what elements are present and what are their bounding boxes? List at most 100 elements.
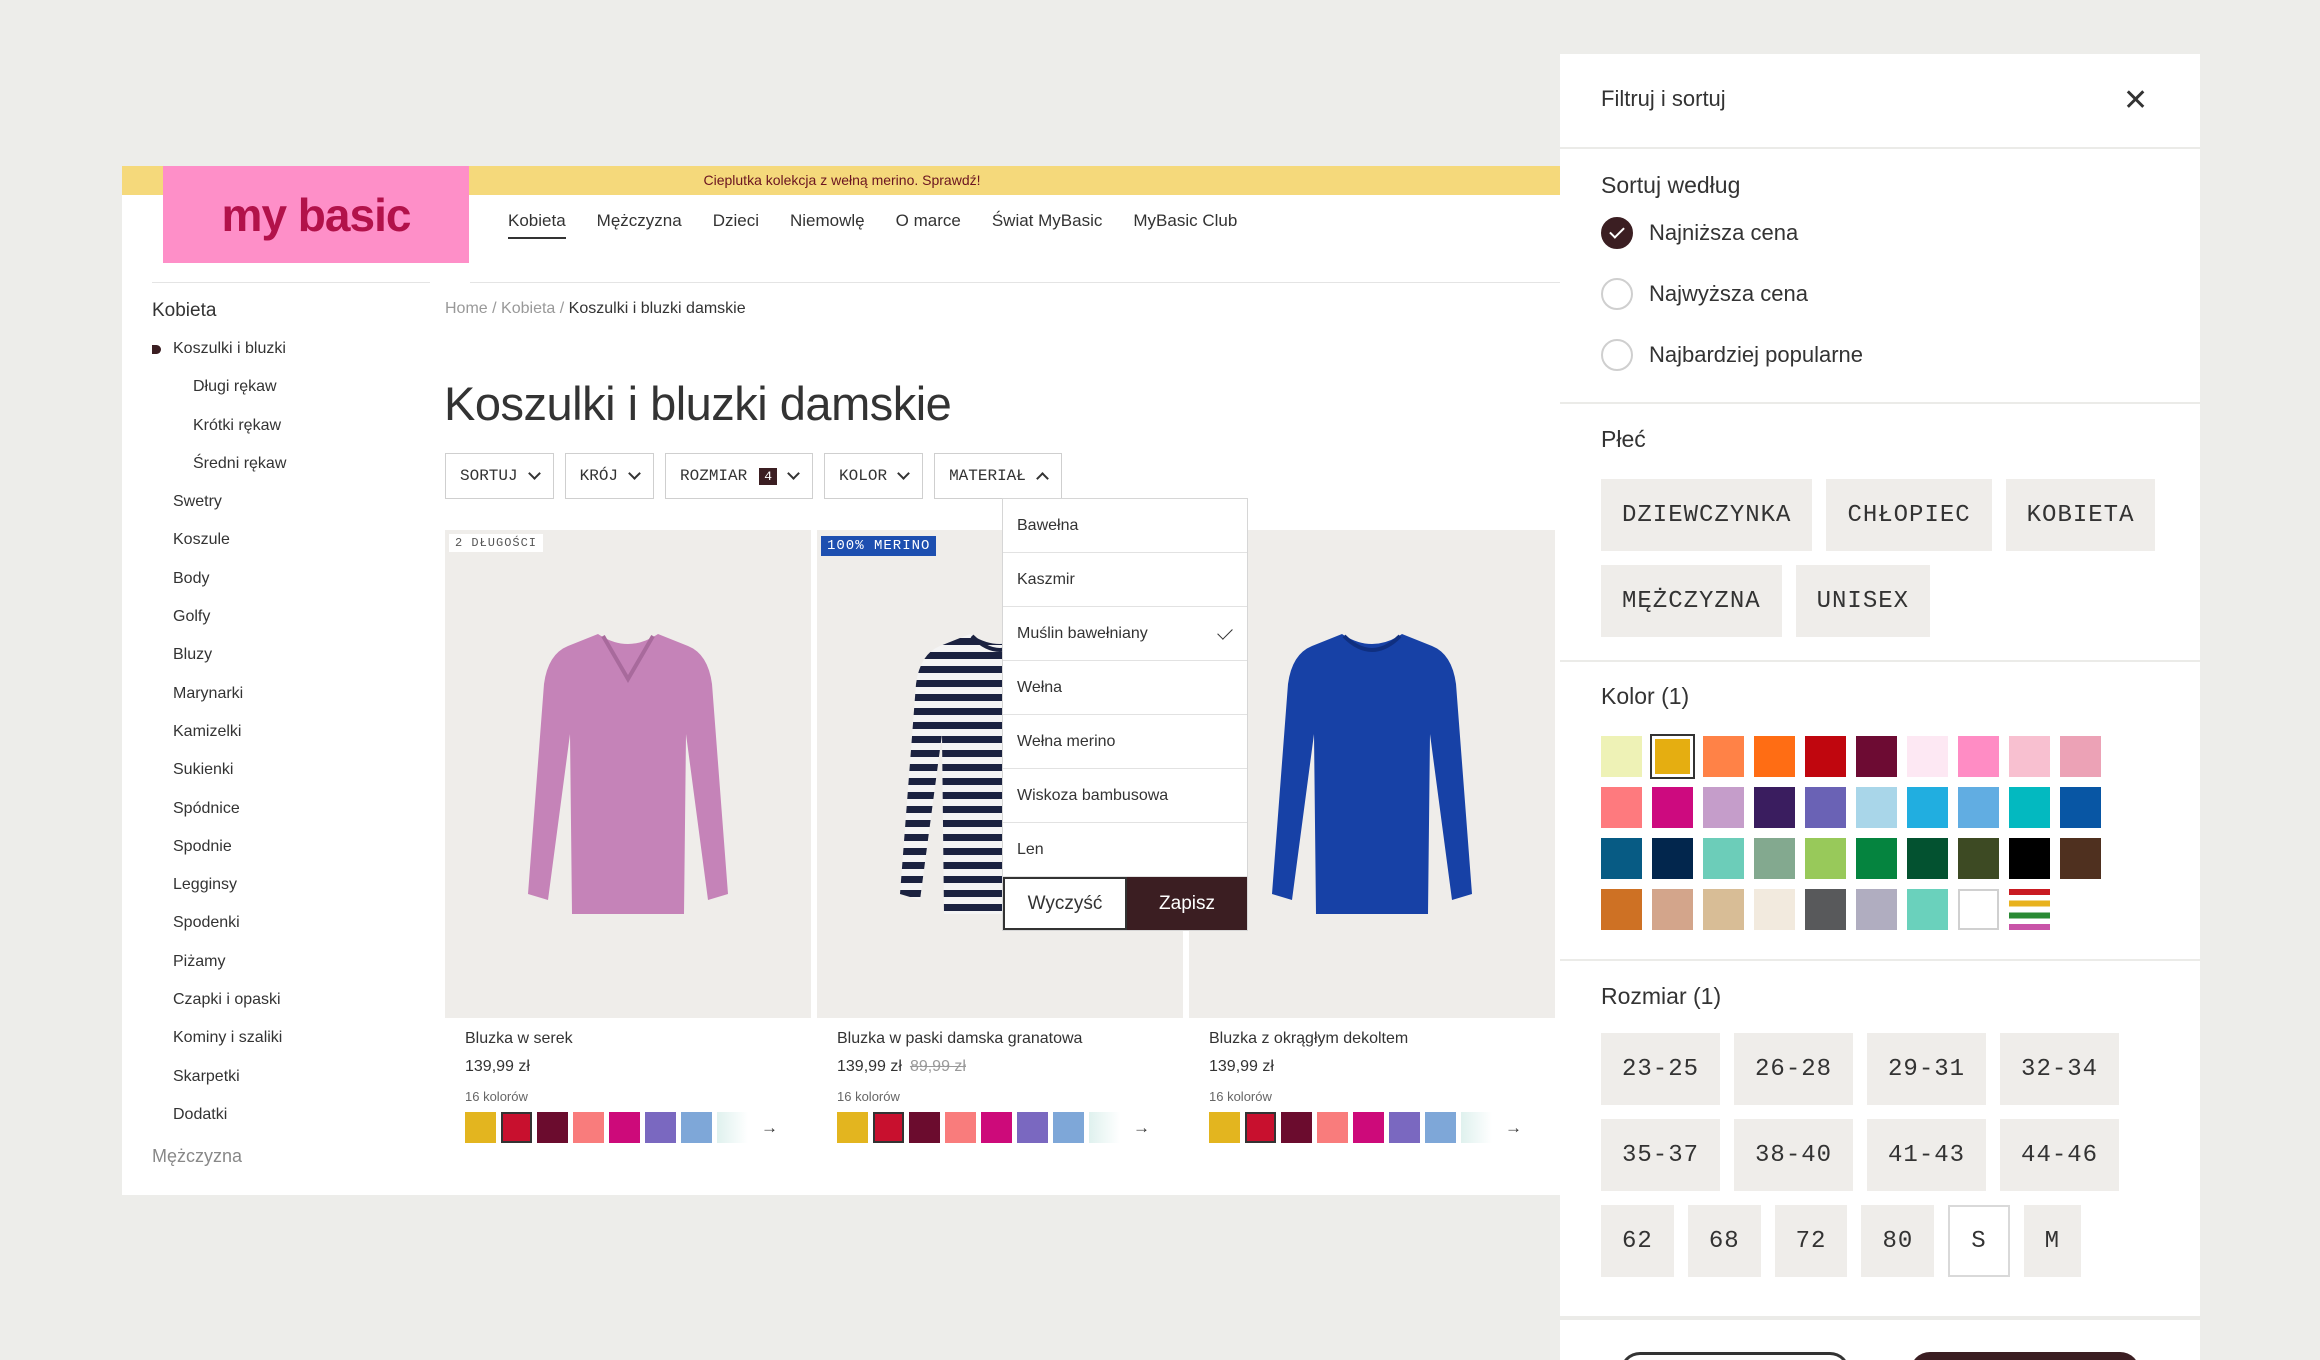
color-swatch[interactable] xyxy=(981,1112,1012,1143)
gender-chip-unisex[interactable]: UNISEX xyxy=(1795,565,1931,637)
color-swatch[interactable] xyxy=(1245,1112,1276,1143)
size-chip-32-34[interactable]: 32-34 xyxy=(2000,1033,2120,1105)
color-swatch[interactable] xyxy=(1907,787,1948,828)
product-name[interactable]: Bluzka z okrągłym dekoltem xyxy=(1209,1030,1555,1048)
material-option-muslin-bawelniany[interactable]: Muślin bawełniany xyxy=(1003,607,1247,661)
sidebar-heading[interactable]: Kobieta xyxy=(152,300,412,322)
sidebar-item-krotki-rekaw[interactable]: Krótki rękaw xyxy=(152,417,412,455)
material-option-bawelna[interactable]: Bawełna xyxy=(1003,499,1247,553)
sidebar-item-spodnice[interactable]: Spódnice xyxy=(152,800,412,838)
color-swatch[interactable] xyxy=(1856,838,1897,879)
sidebar-item-koszulki-i-bluzki[interactable]: Koszulki i bluzki xyxy=(152,340,412,378)
color-swatch[interactable] xyxy=(609,1112,640,1143)
sidebar-item-kominy-i-szaliki[interactable]: Kominy i szaliki xyxy=(152,1029,412,1067)
color-swatch[interactable] xyxy=(1703,889,1744,930)
sidebar-item-dlugi-rekaw[interactable]: Długi rękaw xyxy=(152,378,412,416)
color-swatch[interactable] xyxy=(873,1112,904,1143)
color-swatch[interactable] xyxy=(1907,838,1948,879)
sidebar-item-pizamy[interactable]: Piżamy xyxy=(152,953,412,991)
color-swatch[interactable] xyxy=(1958,736,1999,777)
color-swatch[interactable] xyxy=(573,1112,604,1143)
color-swatch[interactable] xyxy=(1703,736,1744,777)
gender-chip-chlopiec[interactable]: CHŁOPIEC xyxy=(1826,479,1992,551)
size-chip-35-37[interactable]: 35-37 xyxy=(1601,1119,1721,1191)
color-swatch[interactable] xyxy=(1754,787,1795,828)
color-swatch[interactable] xyxy=(1703,787,1744,828)
color-swatch[interactable] xyxy=(1805,787,1846,828)
color-swatch[interactable] xyxy=(1601,838,1642,879)
color-swatch[interactable] xyxy=(1907,889,1948,930)
sidebar-item-swetry[interactable]: Swetry xyxy=(152,493,412,531)
sidebar-item-spodnie[interactable]: Spodnie xyxy=(152,838,412,876)
color-swatch[interactable] xyxy=(1754,889,1795,930)
color-swatch[interactable] xyxy=(1353,1112,1384,1143)
sidebar-item-legginsy[interactable]: Legginsy xyxy=(152,876,412,914)
sort-option-najwyzsza-cena[interactable]: Najwyższa cena xyxy=(1601,278,1808,310)
size-chip-38-40[interactable]: 38-40 xyxy=(1734,1119,1854,1191)
color-swatch[interactable] xyxy=(1652,889,1693,930)
sidebar-item-golfy[interactable]: Golfy xyxy=(152,608,412,646)
color-swatch[interactable] xyxy=(2009,889,2050,930)
sidebar-item-spodenki[interactable]: Spodenki xyxy=(152,914,412,952)
color-swatch[interactable] xyxy=(1053,1112,1084,1143)
color-swatch[interactable] xyxy=(465,1112,496,1143)
color-swatch[interactable] xyxy=(1805,838,1846,879)
gender-chip-mezczyzna[interactable]: MĘŻCZYZNA xyxy=(1601,565,1782,637)
nav-mezczyzna[interactable]: Mężczyzna xyxy=(597,211,682,239)
size-chip-72[interactable]: 72 xyxy=(1774,1205,1848,1277)
color-swatch[interactable] xyxy=(1856,889,1897,930)
sidebar-item-mezczyzna[interactable]: Mężczyzna xyxy=(152,1144,412,1167)
color-swatch[interactable] xyxy=(2060,787,2101,828)
color-swatch[interactable] xyxy=(1958,889,1999,930)
color-swatch[interactable] xyxy=(717,1112,748,1143)
close-icon[interactable]: ✕ xyxy=(2123,86,2148,116)
product-image[interactable]: 2 DŁUGOŚCI xyxy=(445,530,811,1018)
sidebar-item-marynarki[interactable]: Marynarki xyxy=(152,685,412,723)
color-swatch[interactable] xyxy=(2009,736,2050,777)
color-swatch[interactable] xyxy=(537,1112,568,1143)
sidebar-item-dodatki[interactable]: Dodatki xyxy=(152,1106,412,1144)
product-name[interactable]: Bluzka w paski damska granatowa xyxy=(837,1030,1183,1048)
color-swatch[interactable] xyxy=(645,1112,676,1143)
filter-kolor-button[interactable]: KOLOR xyxy=(824,453,924,499)
size-chip-80[interactable]: 80 xyxy=(1861,1205,1935,1277)
sidebar-item-czapki-i-opaski[interactable]: Czapki i opaski xyxy=(152,991,412,1029)
color-swatch[interactable] xyxy=(2060,736,2101,777)
nav-dzieci[interactable]: Dzieci xyxy=(713,211,759,239)
filter-material-button[interactable]: MATERIAŁ xyxy=(934,453,1062,499)
save-button[interactable]: Zapisz xyxy=(1127,877,1247,930)
color-swatch[interactable] xyxy=(1601,889,1642,930)
nav-kobieta[interactable]: Kobieta xyxy=(508,211,566,239)
color-swatch[interactable] xyxy=(1281,1112,1312,1143)
radio-icon[interactable] xyxy=(1601,339,1633,371)
nav-o-marce[interactable]: O marce xyxy=(896,211,961,239)
color-swatch[interactable] xyxy=(1601,736,1642,777)
color-swatch[interactable] xyxy=(1209,1112,1240,1143)
color-swatch[interactable] xyxy=(837,1112,868,1143)
size-chip-s[interactable]: S xyxy=(1948,1205,2010,1277)
color-swatch[interactable] xyxy=(1389,1112,1420,1143)
color-swatch[interactable] xyxy=(1650,734,1695,779)
size-chip-23-25[interactable]: 23-25 xyxy=(1601,1033,1721,1105)
material-option-welna[interactable]: Wełna xyxy=(1003,661,1247,715)
size-chip-m[interactable]: M xyxy=(2023,1205,2082,1277)
gender-chip-kobieta[interactable]: KOBIETA xyxy=(2005,479,2156,551)
color-swatch[interactable] xyxy=(1652,838,1693,879)
sidebar-item-skarpetki[interactable]: Skarpetki xyxy=(152,1068,412,1106)
color-swatch[interactable] xyxy=(1425,1112,1456,1143)
material-option-kaszmir[interactable]: Kaszmir xyxy=(1003,553,1247,607)
size-chip-26-28[interactable]: 26-28 xyxy=(1734,1033,1854,1105)
color-swatch[interactable] xyxy=(909,1112,940,1143)
sidebar-item-body[interactable]: Body xyxy=(152,570,412,608)
color-swatch[interactable] xyxy=(1856,787,1897,828)
size-chip-41-43[interactable]: 41-43 xyxy=(1867,1119,1987,1191)
mybasic-logo[interactable]: my basic xyxy=(163,166,469,263)
radio-icon[interactable] xyxy=(1601,278,1633,310)
color-swatch[interactable] xyxy=(2060,838,2101,879)
filter-rozmiar-button[interactable]: ROZMIAR 4 xyxy=(665,453,814,499)
size-chip-44-46[interactable]: 44-46 xyxy=(2000,1119,2120,1191)
arrow-right-icon[interactable]: → xyxy=(761,1118,778,1138)
color-swatch[interactable] xyxy=(2009,787,2050,828)
sort-option-najbardziej-popularne[interactable]: Najbardziej popularne xyxy=(1601,339,1863,371)
color-swatch[interactable] xyxy=(1017,1112,1048,1143)
